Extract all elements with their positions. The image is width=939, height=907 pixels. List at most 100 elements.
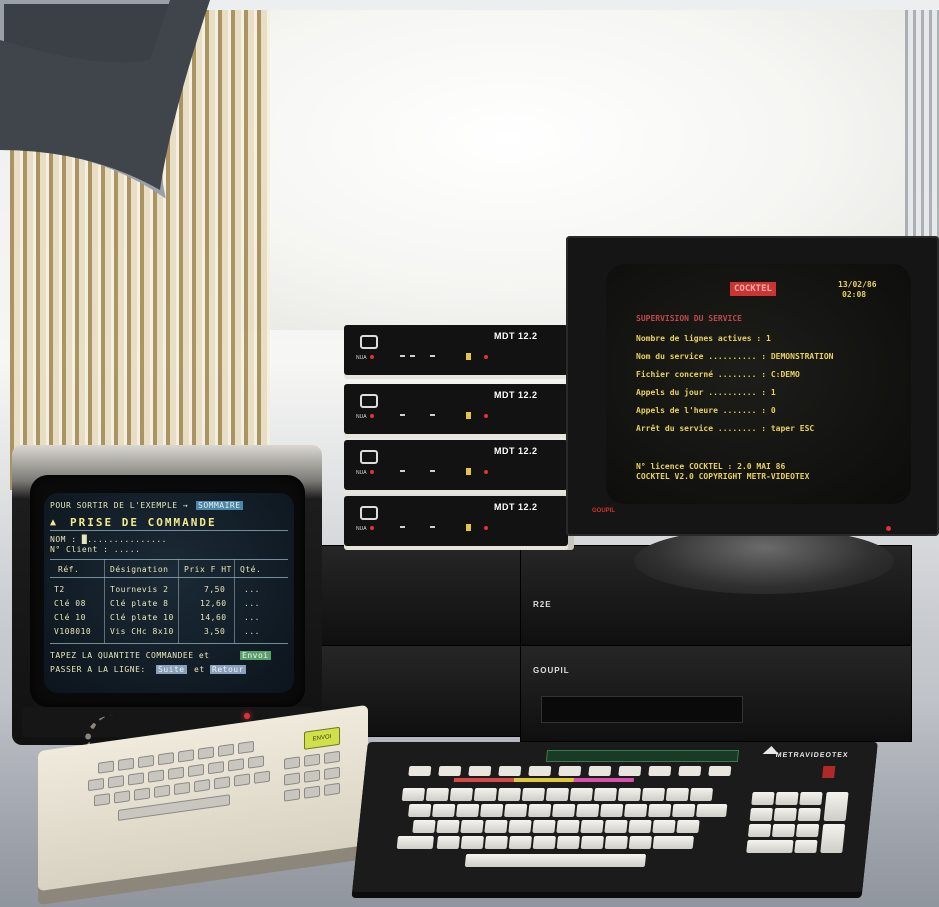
table-cell: 14,60 (200, 613, 227, 622)
column-header: Désignation (110, 565, 169, 574)
keyboard-key (401, 788, 426, 801)
screen-client-field: N° Client : ..... (50, 545, 141, 554)
keypad-key (188, 763, 204, 778)
keyboard-numpad-key (746, 840, 794, 853)
keyboard-key (484, 836, 509, 849)
keyboard-key (624, 804, 648, 817)
keyboard-numpad-key (747, 824, 772, 837)
floppy-drive-slot (541, 696, 743, 723)
keypad-key (114, 790, 130, 804)
keypad-key (284, 756, 300, 770)
screen-date: 13/02/86 (838, 280, 877, 289)
modem-logo-icon (360, 394, 378, 408)
keyboard-key (521, 788, 546, 801)
screen-footer-line: PASSER A LA LIGNE: (50, 665, 146, 674)
keyboard-key (552, 804, 576, 817)
keypad-key (94, 793, 110, 807)
keyboard-key (648, 766, 672, 776)
keypad-key (228, 758, 244, 772)
keyboard-key (628, 820, 652, 833)
keyboard-key (460, 820, 484, 833)
column-header: Qté. (240, 565, 262, 574)
table-cell: ... (244, 613, 260, 622)
table-cell: Clé 10 (54, 613, 86, 622)
modem-tag: NUA (356, 414, 367, 420)
keypad-key (234, 773, 250, 787)
envoi-key-label: Envoi (240, 651, 271, 660)
system-unit-upper-left (318, 545, 532, 647)
left-terminal-screen: POUR SORTIR DE L'EXEMPLE → SOMMAIRE ▲ PR… (44, 493, 294, 693)
modem-tag: NUA (356, 470, 367, 476)
modem-model: MDT 12.2 (494, 331, 538, 341)
keypad-key (134, 787, 150, 801)
keypad-key (168, 766, 184, 780)
keyboard-key (508, 836, 533, 849)
modem-indicator (410, 355, 415, 357)
keypad-key (304, 785, 320, 799)
screen-line: Fichier concerné ........ : C:DEMO (636, 370, 800, 379)
keypad-key (324, 782, 340, 796)
keyboard-key (604, 820, 628, 833)
screen-line: Arrêt du service ........ : taper ESC (636, 424, 815, 433)
keypad-key (198, 746, 214, 760)
screen-footer: COCKTEL V2.0 COPYRIGHT METR-VIDEOTEX (636, 472, 810, 481)
suite-key-label: Suite (156, 665, 187, 674)
keypad-key (158, 752, 174, 766)
table-cell: Vis CHc 8x10 (110, 627, 174, 636)
table-cell: Clé plate 8 (110, 599, 169, 608)
keyboard-key (480, 804, 504, 817)
table-cell: ... (244, 599, 260, 608)
modem-model: MDT 12.2 (494, 390, 538, 400)
keypad-key (88, 777, 104, 792)
keypad-key (254, 770, 270, 784)
screen-nom-field: NOM : █............... (50, 535, 167, 544)
modem-indicator (400, 414, 405, 416)
keyboard-key (618, 766, 642, 776)
keyboard-numpad-key (797, 808, 821, 821)
unit-brand-label-lower: GOUPIL (533, 666, 570, 675)
right-monitor: COCKTEL 13/02/86 02:08 SUPERVISION DU SE… (566, 236, 939, 536)
modem-unit: NUA MDT 12.2 (344, 496, 568, 546)
screen-line: Nom du service .......... : DEMONSTRATIO… (636, 352, 834, 361)
modem-led (370, 355, 374, 359)
keypad-key (248, 755, 264, 769)
modem-led (370, 414, 374, 418)
keyboard-key (652, 820, 676, 833)
modem-unit: NUA MDT 12.2 (344, 384, 568, 434)
keyboard-key (528, 766, 552, 776)
keypad-key (304, 769, 320, 783)
modem-indicator-yellow (466, 468, 471, 475)
modem-indicator (400, 355, 405, 357)
keyboard-numpad-key (773, 808, 797, 821)
keyboard-key (436, 820, 460, 833)
keyboard-key (689, 788, 714, 801)
keypad-key (208, 761, 224, 775)
keyboard-function-strip (545, 750, 740, 762)
keypad-key (174, 781, 190, 796)
keypad-key (194, 779, 210, 793)
right-monitor-screen: COCKTEL 13/02/86 02:08 SUPERVISION DU SE… (606, 264, 911, 504)
modem-unit: NUA MDT 12.2 (344, 325, 568, 375)
keyboard-key (628, 836, 653, 849)
table-cell: 12,60 (200, 599, 227, 608)
brand-badge (822, 766, 836, 778)
keyboard-color-stripe (513, 778, 575, 782)
keyboard-numpad-key (771, 824, 796, 837)
keyboard-key (396, 836, 435, 849)
keyboard-key (576, 804, 600, 817)
column-header: Réf. (58, 565, 80, 574)
keyboard-key (497, 788, 522, 801)
keypad-key (304, 753, 320, 767)
keyboard-numpad-key (775, 792, 799, 805)
modem-indicator (430, 526, 435, 528)
keypad-key (154, 784, 170, 798)
modem-indicator (430, 355, 435, 357)
table-header-border (50, 577, 288, 578)
column-header: Prix F HT (184, 565, 232, 574)
keyboard-key (545, 788, 570, 801)
keyboard-key (425, 788, 450, 801)
keyboard-key (648, 804, 672, 817)
screen-header-prompt: POUR SORTIR DE L'EXEMPLE → (50, 501, 189, 510)
keyboard-color-stripe (573, 778, 635, 782)
screen-time: 02:08 (842, 290, 867, 299)
